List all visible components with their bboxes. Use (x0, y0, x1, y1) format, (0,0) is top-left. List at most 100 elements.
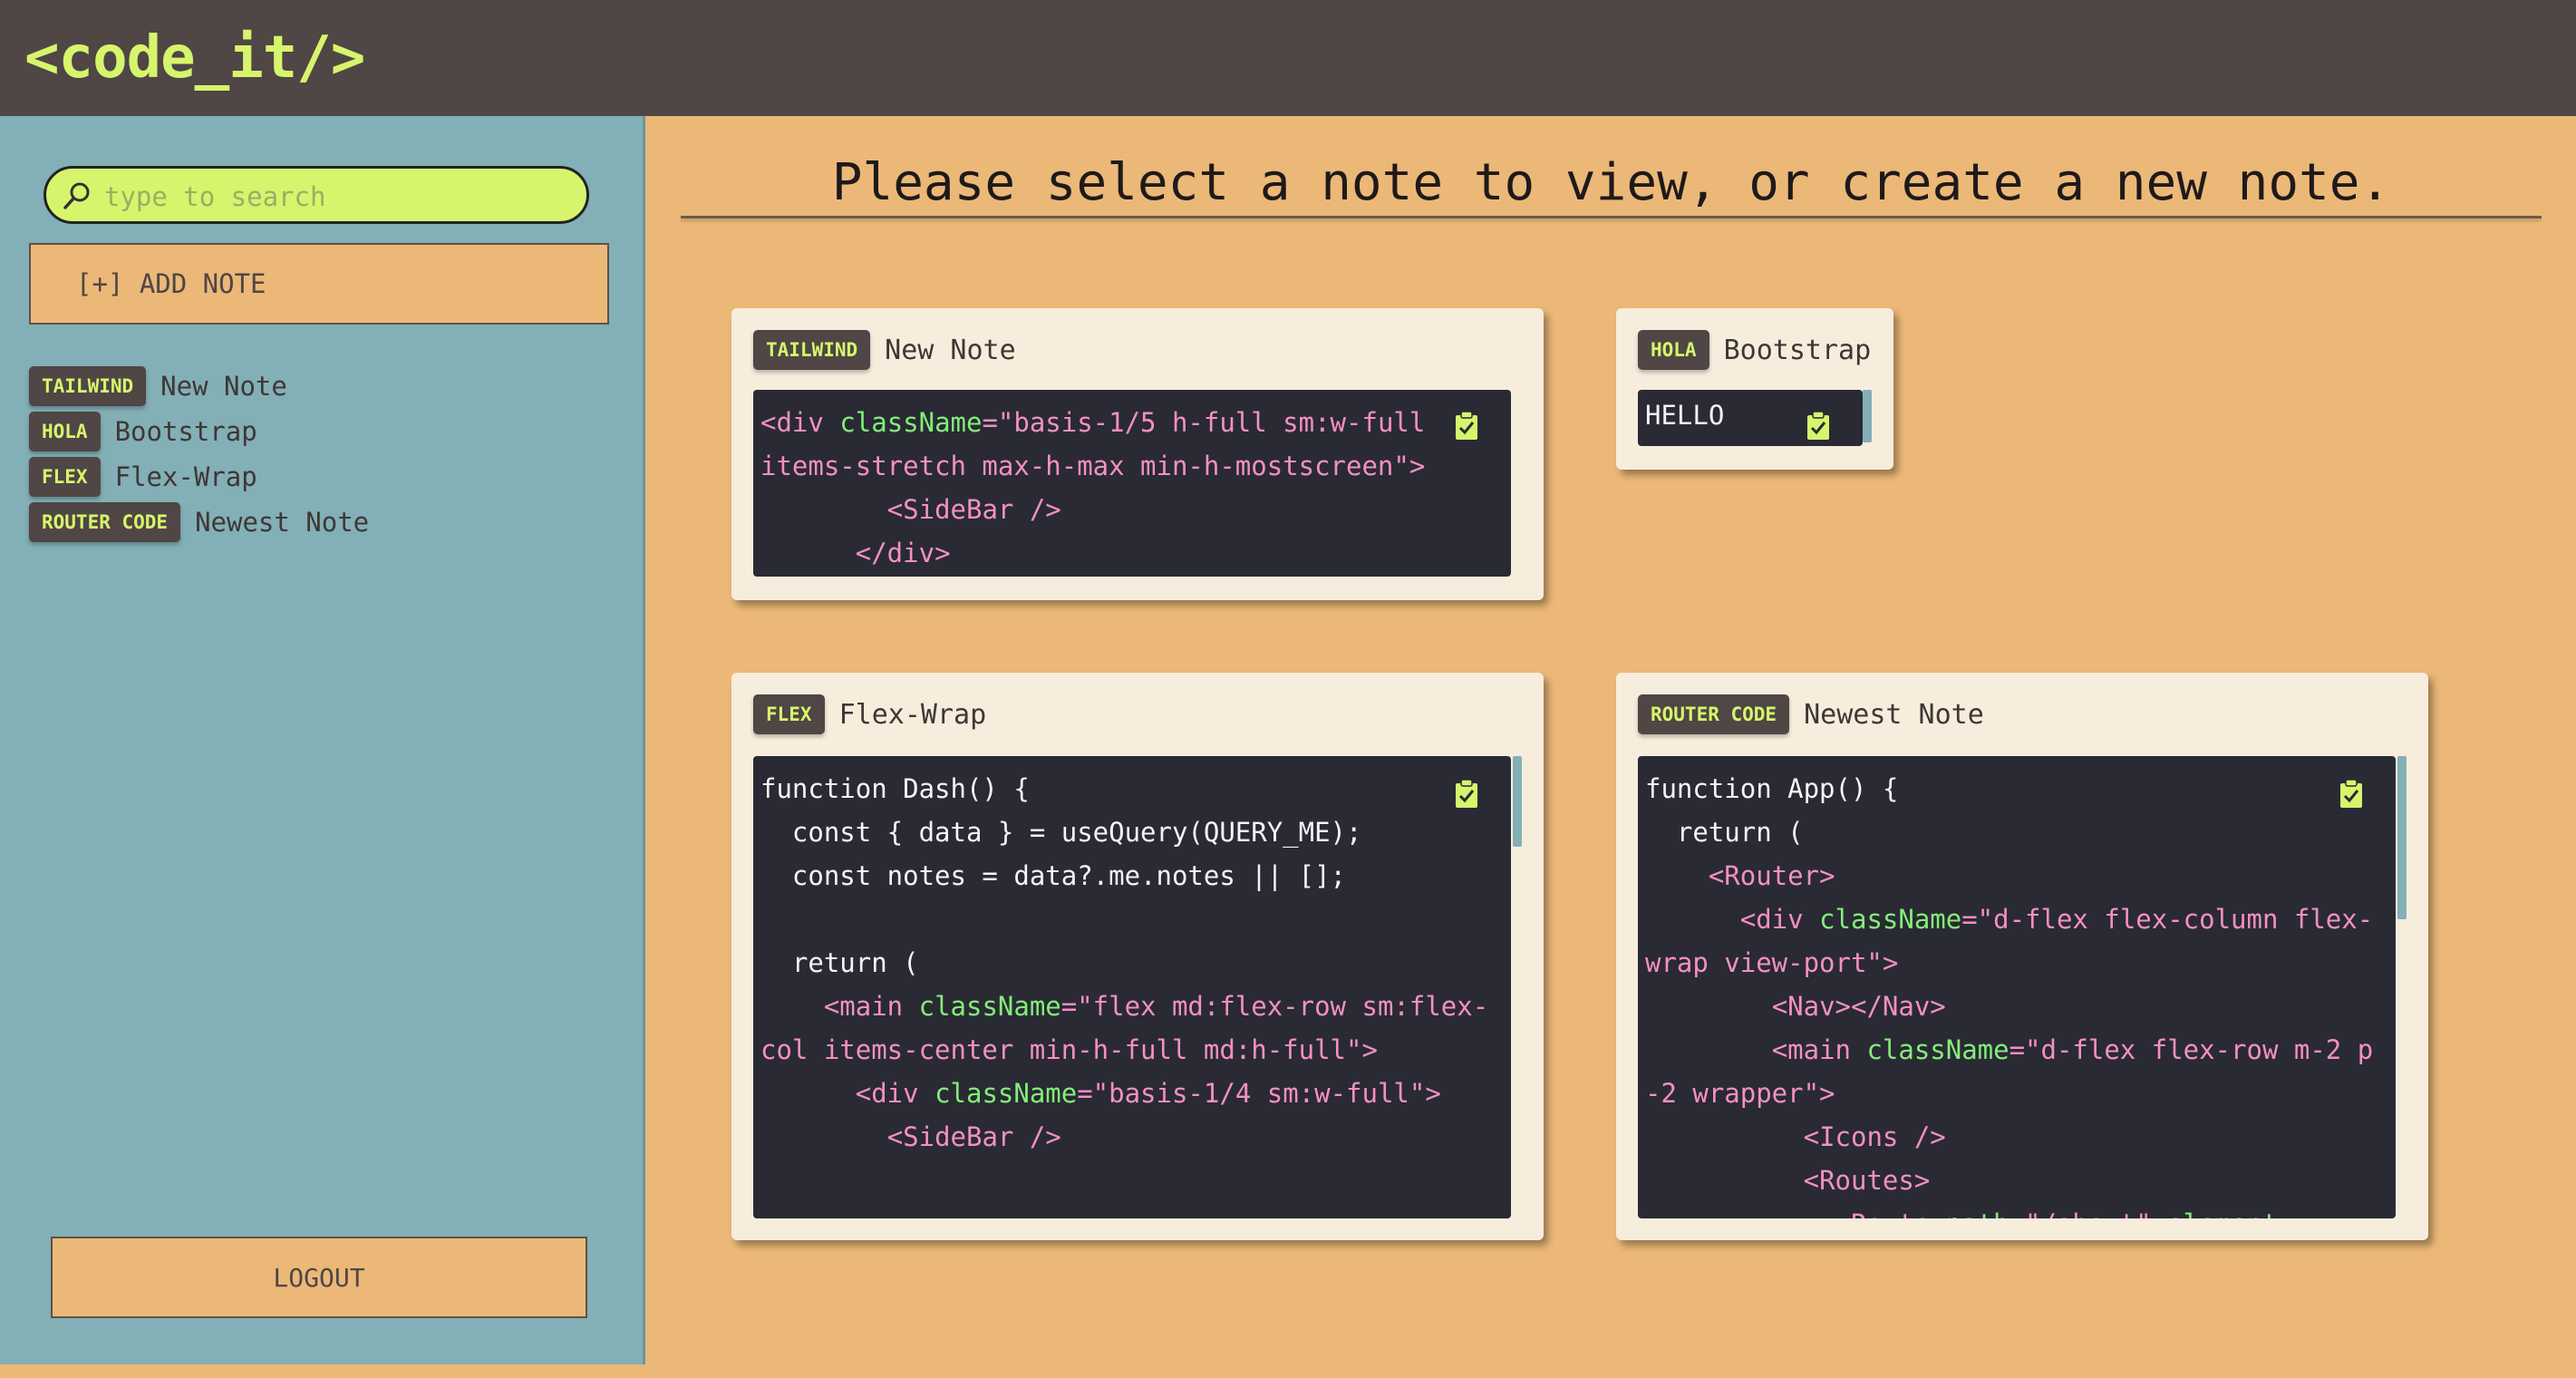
copy-clipboard-icon[interactable] (1806, 412, 1830, 441)
code-line: function App() { (1645, 773, 1898, 804)
note-tag: TAILWIND (29, 366, 147, 406)
code-token: <SideBar /> (760, 494, 1061, 525)
note-title: New Note (160, 371, 287, 402)
code-token: HELLO (1645, 400, 1725, 431)
note-tag: HOLA (29, 412, 101, 451)
code-line: <Nav></Nav> (1645, 991, 1946, 1022)
code-token: className (1819, 904, 1962, 935)
code-token: <Icons /> (1645, 1121, 1946, 1152)
code-text: function Dash() { const { data } = useQu… (753, 756, 1511, 1159)
code-token: <Route (1645, 1208, 1946, 1218)
add-note-button[interactable]: [+] ADD NOTE (29, 243, 609, 325)
note-card[interactable]: HOLA Bootstrap HELLO (1616, 308, 1893, 470)
note-list: TAILWIND New Note HOLA Bootstrap FLEX Fl… (29, 364, 369, 545)
code-line: HELLO (1645, 400, 1724, 431)
search-input[interactable] (102, 176, 577, 218)
code-line: items-stretch max-h-max min-h-mostscreen… (760, 451, 1425, 481)
note-list-item[interactable]: HOLA Bootstrap (29, 409, 369, 454)
code-token: ="basis-1/5 h-full sm:w-full (982, 407, 1426, 438)
code-token: <Router> (1645, 860, 1835, 891)
note-tag: ROUTER CODE (29, 502, 181, 542)
code-line: <Icons /> (1645, 1121, 1946, 1152)
code-token: function App() { (1645, 773, 1899, 804)
code-line: <div className="d-flex flex-column flex-… (1645, 904, 2373, 978)
code-line: <div className="basis-1/5 h-full sm:w-fu… (760, 407, 1425, 438)
note-list-item[interactable]: ROUTER CODE Newest Note (29, 500, 369, 545)
note-tag: FLEX (753, 694, 825, 734)
app-header: <code_it/> (0, 0, 2576, 116)
sidebar: [+] ADD NOTE TAILWIND New Note HOLA Boot… (0, 116, 645, 1364)
code-token: <SideBar /> (760, 1121, 1061, 1152)
code-token: const notes = data?.me.notes || []; (760, 860, 1347, 891)
scrollbar[interactable] (1863, 390, 1872, 442)
note-list-item[interactable]: TAILWIND New Note (29, 364, 369, 409)
note-card[interactable]: FLEX Flex-Wrap function Dash() { const {… (731, 673, 1544, 1240)
code-token: = (2278, 1208, 2293, 1218)
logout-button[interactable]: LOGOUT (51, 1237, 587, 1318)
code-line: return ( (1645, 817, 1804, 848)
code-line: <Router> (1645, 860, 1835, 891)
code-token: <div (760, 407, 840, 438)
code-token: className (839, 407, 983, 438)
code-token: className (918, 991, 1061, 1022)
code-text: <div className="basis-1/5 h-full sm:w-fu… (753, 390, 1511, 575)
code-block[interactable]: function App() { return ( <Router> <div … (1638, 756, 2396, 1218)
code-token: className (1866, 1034, 2009, 1065)
code-line: </div> (760, 538, 951, 568)
code-block[interactable]: <div className="basis-1/5 h-full sm:w-fu… (753, 390, 1511, 577)
code-token: ="/about" (2009, 1208, 2168, 1218)
code-line: function Dash() { (760, 773, 1030, 804)
code-token: ="basis-1/4 sm:w-full"> (1077, 1078, 1441, 1109)
copy-clipboard-icon[interactable] (1455, 412, 1478, 441)
scrollbar[interactable] (1513, 756, 1522, 847)
page-title: Please select a note to view, or create … (831, 153, 2391, 212)
note-title: New Note (885, 334, 1016, 366)
note-tag: FLEX (29, 457, 101, 497)
code-line: <div className="basis-1/4 sm:w-full"> (760, 1078, 1441, 1109)
code-line: const { data } = useQuery(QUERY_ME); (760, 817, 1362, 848)
code-line: <Route path="/about" element= (1645, 1208, 2294, 1218)
note-card[interactable]: ROUTER CODE Newest Note function App() {… (1616, 673, 2428, 1240)
code-token: element (2167, 1208, 2278, 1218)
code-token: items-stretch max-h-max min-h-mostscreen… (760, 451, 1426, 481)
code-token: return ( (1645, 817, 1804, 848)
code-token: path (1946, 1208, 2009, 1218)
code-token: className (935, 1078, 1078, 1109)
code-token: <div (1645, 904, 1820, 935)
code-line: const notes = data?.me.notes || []; (760, 860, 1346, 891)
note-tag: ROUTER CODE (1638, 694, 1790, 734)
app-logo[interactable]: <code_it/> (24, 20, 365, 96)
code-block[interactable]: function Dash() { const { data } = useQu… (753, 756, 1511, 1218)
code-token: <main (760, 991, 919, 1022)
code-line: <main className="d-flex flex-row m-2 p-2… (1645, 1034, 2373, 1109)
code-line: <main className="flex md:flex-row sm:fle… (760, 991, 1488, 1065)
note-list-item[interactable]: FLEX Flex-Wrap (29, 454, 369, 500)
title-divider (681, 216, 2542, 218)
note-title: Bootstrap (1723, 334, 1872, 366)
copy-clipboard-icon[interactable] (2339, 780, 2363, 809)
code-token: <div (760, 1078, 935, 1109)
code-token: </div> (760, 538, 951, 568)
note-card[interactable]: TAILWIND New Note <div className="basis-… (731, 308, 1544, 600)
note-tag: HOLA (1638, 330, 1709, 370)
code-token: <main (1645, 1034, 1867, 1065)
code-text: function App() { return ( <Router> <div … (1638, 756, 2396, 1218)
code-token: const { data } = useQuery(QUERY_ME); (760, 817, 1362, 848)
search-bar[interactable] (44, 166, 589, 224)
note-title: Bootstrap (114, 416, 257, 447)
code-token: <Routes> (1645, 1165, 1931, 1196)
code-line: return ( (760, 947, 919, 978)
note-title: Flex-Wrap (838, 698, 987, 731)
note-title: Newest Note (1804, 698, 1984, 731)
note-title: Flex-Wrap (114, 461, 257, 492)
copy-clipboard-icon[interactable] (1455, 780, 1478, 809)
code-line: <SideBar /> (760, 494, 1061, 525)
note-tag: TAILWIND (753, 330, 871, 370)
code-line: <Routes> (1645, 1165, 1931, 1196)
note-title: Newest Note (195, 507, 370, 538)
code-token: return ( (760, 947, 919, 978)
code-line: <SideBar /> (760, 1121, 1061, 1152)
search-icon (63, 182, 90, 209)
scrollbar[interactable] (2397, 756, 2407, 919)
code-token: <Nav></Nav> (1645, 991, 1946, 1022)
